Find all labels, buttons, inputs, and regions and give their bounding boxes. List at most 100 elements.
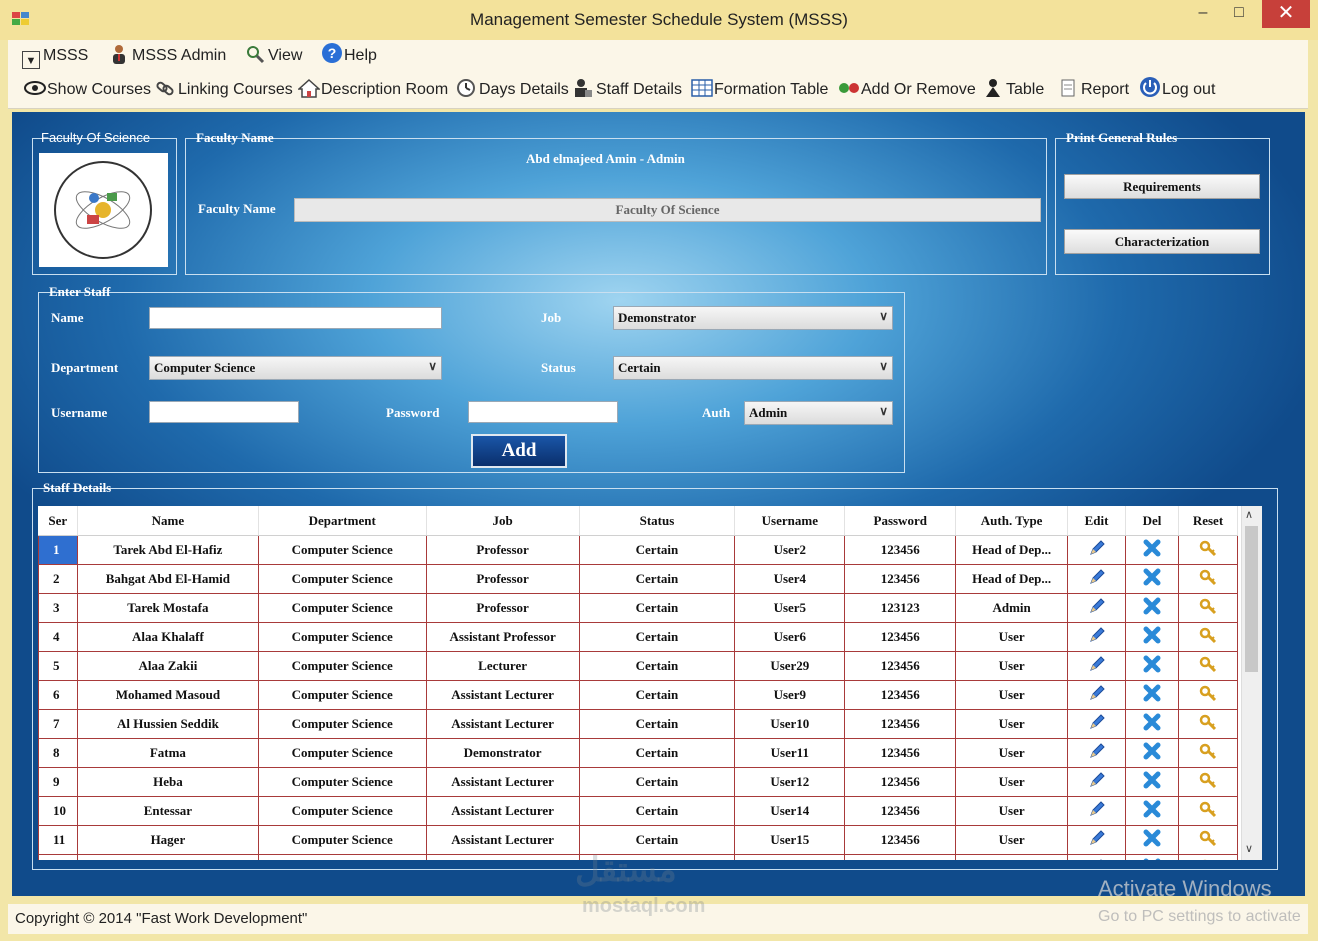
cell-department[interactable]: Computer Science [257,651,427,681]
reset-key-icon[interactable] [1198,627,1218,648]
delete-cell[interactable] [1125,593,1179,623]
edit-icon[interactable] [1087,801,1107,822]
column-header-status[interactable]: Status [579,506,736,536]
cell-name[interactable]: Mohamed Masoud [76,680,259,710]
cell-name[interactable]: Al Hussien Seddik [76,709,259,739]
status-select[interactable]: Certain ∨ [613,356,893,380]
delete-cell[interactable] [1125,680,1179,710]
cell-name[interactable]: Entessar [76,796,259,826]
toolbar-staff-details[interactable]: Staff Details [573,74,682,106]
job-select[interactable]: Demonstrator ∨ [613,306,893,330]
reset-key-icon[interactable] [1198,685,1218,706]
edit-cell[interactable] [1067,622,1127,652]
edit-cell[interactable] [1067,564,1127,594]
column-header-auth-type[interactable]: Auth. Type [955,506,1069,536]
delete-icon[interactable] [1142,771,1162,793]
scroll-down-icon[interactable]: ∨ [1245,842,1253,855]
table-row[interactable]: 9 Heba Computer Science Assistant Lecturer C… [38,767,1239,797]
cell-username[interactable]: User15 [734,825,846,855]
name-input[interactable] [149,307,442,329]
cell-password[interactable]: 123456 [844,564,957,594]
delete-cell[interactable] [1125,564,1179,594]
delete-icon[interactable] [1142,800,1162,822]
close-button[interactable]: ✕ [1262,0,1310,28]
reset-key-icon[interactable] [1198,743,1218,764]
cell-username[interactable]: User6 [734,622,846,652]
delete-cell[interactable] [1125,709,1179,739]
cell-department[interactable]: Computer Science [257,825,427,855]
cell-username[interactable]: User29 [734,651,846,681]
cell-password[interactable]: 123456 [844,767,957,797]
cell-job[interactable]: Professor [425,535,580,565]
column-header-edit[interactable]: Edit [1067,506,1127,536]
cell-department[interactable]: Computer Science [257,796,427,826]
table-row[interactable]: 7 Al Hussien Seddik Computer Science Assist… [38,709,1239,739]
cell-auth-type[interactable]: Head of Dep... [955,564,1069,594]
cell-status[interactable]: Certain [578,564,736,594]
cell-status[interactable]: Certain [578,738,736,768]
cell-name[interactable]: Tarek Abd El-Hafiz [76,535,259,565]
cell-password[interactable]: 123456 [844,651,957,681]
cell-username[interactable]: User10 [734,709,846,739]
reset-key-cell[interactable] [1177,564,1239,594]
toolbar-add-or-remove[interactable]: Add Or Remove [838,74,976,106]
table-row[interactable]: 1 Tarek Abd El-Hafiz Computer Science Profe… [38,535,1239,565]
reset-key-cell[interactable] [1177,767,1239,797]
reset-key-cell[interactable] [1177,709,1239,739]
reset-key-cell[interactable] [1177,622,1239,652]
reset-key-icon[interactable] [1198,714,1218,735]
delete-cell[interactable] [1125,796,1179,826]
reset-key-icon[interactable] [1198,772,1218,793]
delete-cell[interactable] [1125,767,1179,797]
delete-icon[interactable] [1142,568,1162,590]
cell-ser[interactable]: 3 [38,593,78,623]
table-row[interactable]: 4 Alaa Khalaff Computer Science Assistant P… [38,622,1239,652]
edit-cell[interactable] [1067,796,1127,826]
cell-name[interactable]: Fatma [76,738,259,768]
delete-cell[interactable] [1125,535,1179,565]
edit-icon[interactable] [1087,540,1107,561]
cell-department[interactable]: Computer Science [257,680,427,710]
menu-view[interactable]: View [245,40,302,72]
column-header-department[interactable]: Department [258,506,427,536]
toolbar-report[interactable]: Report [1058,74,1129,106]
delete-cell[interactable] [1125,622,1179,652]
cell-password[interactable]: 123456 [844,796,957,826]
cell-username[interactable]: User9 [734,680,846,710]
column-header-name[interactable]: Name [77,506,259,536]
cell-job[interactable]: Professor [425,593,580,623]
cell-job[interactable]: Professor [425,564,580,594]
cell-ser[interactable]: 9 [38,767,78,797]
cell-auth-type[interactable]: User [955,680,1069,710]
cell-auth-type[interactable]: User [955,825,1069,855]
cell-username[interactable]: User14 [734,796,846,826]
column-header-ser[interactable]: Ser [38,506,78,536]
edit-icon[interactable] [1087,685,1107,706]
menu-help[interactable]: ? Help [321,40,377,72]
cell-status[interactable]: Certain [578,680,736,710]
cell-name[interactable]: Ahmed Badwy [76,854,259,860]
add-button[interactable]: Add [471,434,567,468]
cell-department[interactable]: Computer Science [257,622,427,652]
cell-department[interactable]: Computer Science [257,564,427,594]
reset-key-icon[interactable] [1198,830,1218,851]
edit-cell[interactable] [1067,709,1127,739]
cell-status[interactable]: Certain [578,767,736,797]
reset-key-cell[interactable] [1177,680,1239,710]
edit-cell[interactable] [1067,680,1127,710]
reset-key-cell[interactable] [1177,796,1239,826]
cell-department[interactable]: Computer Science [257,854,427,860]
cell-job[interactable]: Lecturer [425,651,580,681]
table-row[interactable]: 10 Entessar Computer Science Assistant Lect… [38,796,1239,826]
cell-job[interactable]: Demonstrator [425,854,580,860]
table-row[interactable]: 2 Bahgat Abd El-Hamid Computer Science Prof… [38,564,1239,594]
delete-icon[interactable] [1142,684,1162,706]
edit-icon[interactable] [1087,569,1107,590]
delete-icon[interactable] [1142,539,1162,561]
table-scrollbar[interactable]: ∧ ∨ [1241,506,1262,860]
column-header-username[interactable]: Username [734,506,846,536]
cell-auth-type[interactable]: Admin [955,593,1069,623]
edit-icon[interactable] [1087,598,1107,619]
column-header-reset[interactable]: Reset [1178,506,1239,536]
toolbar-description-room[interactable]: Description Room [297,74,448,106]
